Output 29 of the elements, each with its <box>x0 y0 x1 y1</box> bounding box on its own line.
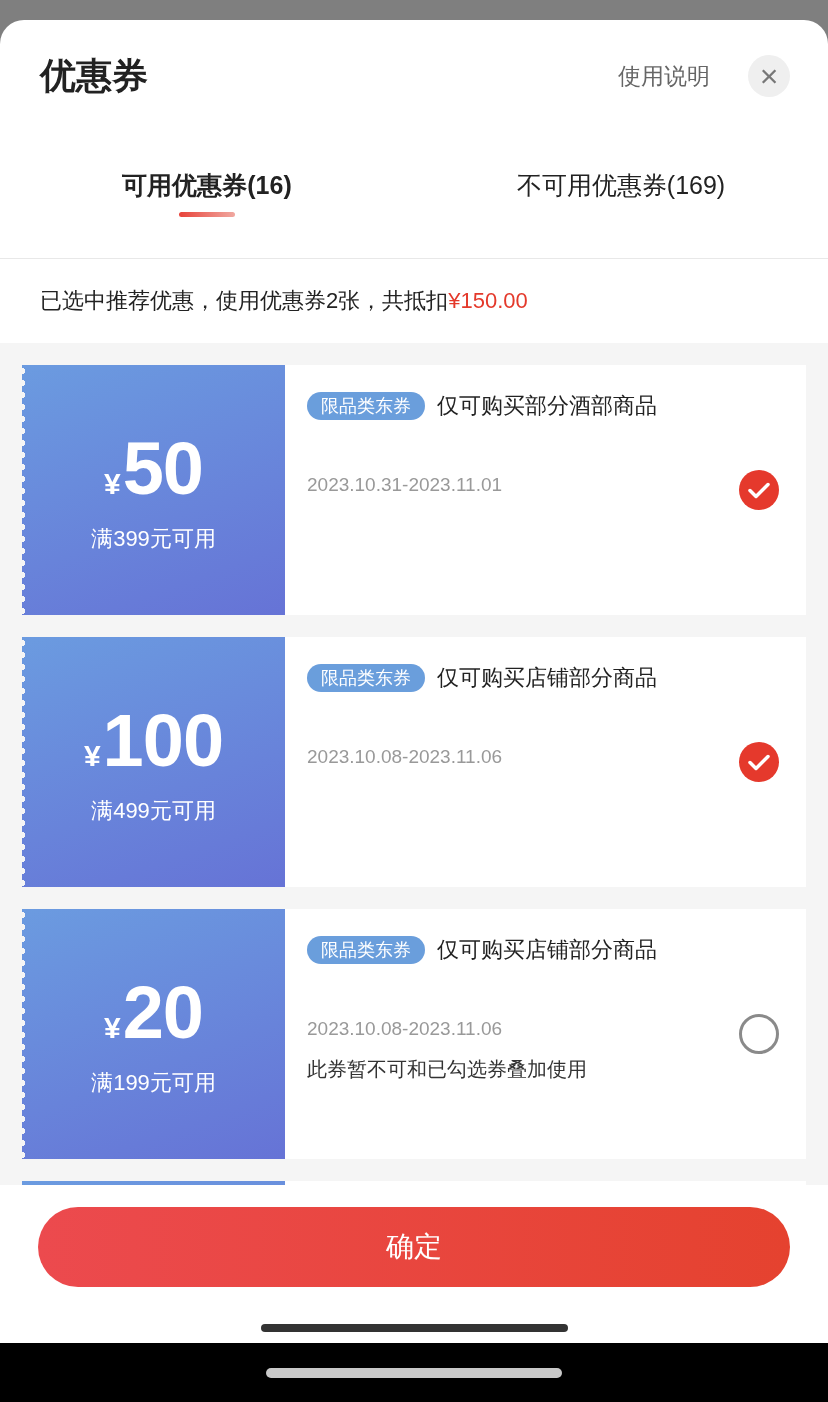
coupon-validity: 2023.10.31-2023.11.01 <box>307 474 504 496</box>
unchecked-checkbox[interactable] <box>738 1013 780 1055</box>
coupon-validity: 2023.10.08-2023.11.06 <box>307 1018 504 1040</box>
coupon-validity: 2023.10.08-2023.11.06 <box>307 746 504 768</box>
selection-summary: 已选中推荐优惠，使用优惠券2张，共抵扣¥150.00 <box>39 287 529 315</box>
sheet-title: 优惠券 <box>40 53 149 98</box>
checked-checkbox[interactable] <box>738 741 780 783</box>
coupon-amount: 50 <box>122 432 203 506</box>
coupon-title: 仅可购买部分酒部商品 <box>437 392 657 420</box>
currency-symbol: ¥ <box>104 1013 121 1043</box>
coupon-condition: 满199元可用 <box>91 1069 216 1097</box>
coupon-tag: 限品类东券 <box>307 392 425 420</box>
coupon-condition: 满399元可用 <box>91 525 216 553</box>
coupon-amount: 100 <box>102 704 224 778</box>
tab[interactable]: 可用优惠券(16) <box>0 136 414 258</box>
tab[interactable]: 不可用优惠券(169) <box>414 136 828 258</box>
confirm-button[interactable]: 确定 <box>38 1207 790 1287</box>
checked-checkbox[interactable] <box>738 469 780 511</box>
coupon-amount: 20 <box>122 976 203 1050</box>
coupon-condition: 满499元可用 <box>91 797 216 825</box>
coupon-note: 此券暂不可和已勾选券叠加使用 <box>307 1057 588 1082</box>
coupon-tag: 限品类东券 <box>307 664 425 692</box>
currency-symbol: ¥ <box>104 469 121 499</box>
coupon-title: 仅可购买店铺部分商品 <box>437 664 657 692</box>
coupon-tag: 限品类东券 <box>307 936 425 964</box>
coupon-title: 仅可购买店铺部分商品 <box>437 936 657 964</box>
currency-symbol: ¥ <box>83 741 101 771</box>
usage-instructions-link[interactable]: 使用说明 <box>618 60 710 92</box>
close-button[interactable]: × <box>748 55 790 97</box>
